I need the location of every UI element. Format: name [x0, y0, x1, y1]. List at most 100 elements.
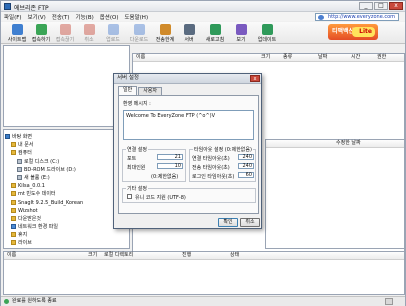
conn-timeout-input[interactable]: 240 — [238, 154, 254, 160]
tree-node[interactable]: Wizshot — [3, 207, 128, 215]
local-file-list[interactable]: 수정한 날짜 — [265, 139, 405, 249]
col-date[interactable]: 날짜 — [318, 54, 327, 61]
upload-icon — [107, 24, 119, 35]
folder-icon — [11, 142, 16, 148]
status-text: 완료를 원하도록 종료 — [12, 298, 57, 304]
net-icon — [11, 224, 16, 230]
menu-transfer[interactable]: 전송(T) — [52, 13, 70, 21]
tree-node[interactable]: 다운받은것 — [3, 215, 128, 223]
col-local-modified[interactable]: 수정한 날짜 — [336, 140, 361, 147]
cancel-button[interactable]: 취소 — [240, 218, 260, 227]
toolbar-label: 접속하기 — [31, 37, 51, 43]
banner-badge: Lite — [352, 27, 375, 37]
site-list-pane[interactable] — [3, 45, 130, 127]
dialog-title-bar: 서버 설정 x — [114, 74, 261, 84]
folder-icon — [11, 215, 16, 221]
max-users-label: 최대인원 — [127, 165, 146, 171]
toolbar-cancel-button[interactable]: 취소 — [77, 23, 101, 43]
tree-node-label: 네트워크 환경 파일 — [18, 224, 58, 231]
globe-icon — [318, 15, 324, 20]
col-queue-localdir[interactable]: 로컬 디렉토리 — [104, 252, 133, 259]
ok-button[interactable]: 확인 — [218, 218, 238, 227]
ad-banner[interactable]: 티맥백신 Lite — [328, 24, 378, 40]
toolbar-update-button[interactable]: 업데이트 — [255, 23, 279, 43]
toolbar-sitemap-button[interactable]: 사이트맵 — [5, 23, 29, 43]
toolbar-transfer-limit-button[interactable]: 전송한계 — [153, 23, 177, 43]
transfer-queue[interactable]: 이름 크기 로컬 디렉토리 진행 상태 — [3, 251, 405, 295]
col-name[interactable]: 이름 — [136, 54, 145, 61]
toolbar-server-button[interactable]: 서버 — [177, 23, 201, 43]
col-perm[interactable]: 권한 — [377, 54, 386, 61]
folder-icon — [11, 199, 16, 205]
tree-node-label: SnagIt 9.2.5_Build_Korean — [18, 199, 84, 206]
maximize-button[interactable]: □ — [374, 2, 388, 10]
utf8-checkbox[interactable] — [127, 194, 132, 199]
tab-users[interactable]: 사용자 — [138, 87, 163, 95]
menu-file[interactable]: 파일(F) — [4, 13, 22, 21]
tree-node-label: 휴지 — [18, 232, 28, 239]
transfer-timeout-input[interactable]: 240 — [238, 163, 254, 169]
tree-node[interactable]: mt 빈도수 데이터 — [3, 190, 128, 198]
download-icon — [133, 24, 145, 35]
refresh-icon — [209, 24, 221, 35]
col-type[interactable]: 종류 — [283, 54, 292, 61]
toolbar-upload-button[interactable]: 업로드 — [101, 23, 125, 43]
tree-node-label: 컴퓨터 — [18, 150, 32, 157]
tree-node[interactable]: BD-ROM 드라이브 (D:) — [3, 166, 128, 174]
toolbar-disconnect-button[interactable]: 접속끊기 — [53, 23, 77, 43]
folder-icon — [11, 240, 16, 246]
close-button[interactable]: x — [389, 2, 403, 10]
menu-options[interactable]: 옵션(O) — [100, 13, 119, 21]
dialog-close-button[interactable]: x — [250, 75, 260, 82]
status-bar: 완료를 원하도록 종료 — [1, 296, 405, 306]
general-tab-panel: 환영 메시지 : Welcome To EveryZone FTP (^o^)V… — [118, 95, 259, 214]
toolbar-view-button[interactable]: 보기 — [229, 23, 253, 43]
desktop-icon — [5, 134, 10, 139]
tree-node-label: mt 빈도수 데이터 — [18, 191, 56, 198]
tree-node[interactable]: 네트워크 환경 파일 — [3, 223, 128, 231]
toolbar-connect-button[interactable]: 접속하기 — [29, 23, 53, 43]
port-input[interactable]: 21 — [157, 154, 183, 160]
tree-node[interactable]: 컴퓨터 — [3, 149, 128, 157]
col-queue-size[interactable]: 크기 — [88, 252, 97, 259]
utf8-label: 유니 코드 지원 (UTF-8) — [135, 195, 186, 201]
max-users-input[interactable]: 10 — [157, 163, 183, 169]
toolbar-label: 새로고침 — [205, 37, 225, 43]
tree-node[interactable]: 바탕 화면 — [3, 133, 128, 141]
tree-node[interactable]: Kilsa_0.0.1 — [3, 182, 128, 190]
app-icon — [4, 3, 11, 10]
status-indicator — [385, 298, 393, 305]
col-time[interactable]: 시간 — [351, 54, 360, 61]
tab-general[interactable]: 일반 — [118, 86, 138, 95]
col-queue-status[interactable]: 상태 — [230, 252, 239, 259]
toolbar-label: 사이트맵 — [7, 37, 27, 43]
col-queue-progress[interactable]: 진행 — [182, 252, 191, 259]
drive-icon — [17, 174, 22, 180]
tree-node[interactable]: 내 문서 — [3, 141, 128, 149]
tree-node[interactable]: 새 볼륨 (E:) — [3, 174, 128, 182]
website-link[interactable]: http://www.everyzone.com — [315, 13, 399, 21]
minimize-button[interactable]: _ — [359, 2, 373, 10]
toolbar-refresh-button[interactable]: 새로고침 — [203, 23, 227, 43]
tree-node-label: 새 볼륨 (E:) — [24, 174, 50, 181]
menu-function[interactable]: 기능(B) — [76, 13, 94, 21]
tree-node[interactable]: 휴지 — [3, 231, 128, 239]
folder-icon — [11, 183, 16, 189]
sitemap-icon — [11, 24, 23, 35]
tree-node-label: Wizshot — [18, 207, 38, 214]
menu-view[interactable]: 보기(V) — [28, 13, 46, 21]
tree-node-label: BD-ROM 드라이브 (D:) — [24, 166, 76, 173]
tree-node[interactable]: 로컬 디스크 (C:) — [3, 158, 128, 166]
tree-node[interactable]: SnagIt 9.2.5_Build_Korean — [3, 199, 128, 207]
tree-node-label: 바탕 화면 — [12, 134, 32, 140]
folder-icon — [11, 191, 16, 197]
col-size[interactable]: 크기 — [261, 54, 270, 61]
toolbar-label: 전송한계 — [155, 37, 175, 43]
tree-node[interactable]: 라이브 — [3, 239, 128, 247]
status-icon — [4, 299, 9, 304]
toolbar-download-button[interactable]: 다운로드 — [127, 23, 151, 43]
login-timeout-input[interactable]: 60 — [238, 172, 254, 178]
menu-help[interactable]: 도움말(H) — [124, 13, 148, 21]
welcome-message-input[interactable]: Welcome To EveryZone FTP (^o^)V — [123, 110, 254, 140]
col-queue-name[interactable]: 이름 — [7, 252, 16, 259]
